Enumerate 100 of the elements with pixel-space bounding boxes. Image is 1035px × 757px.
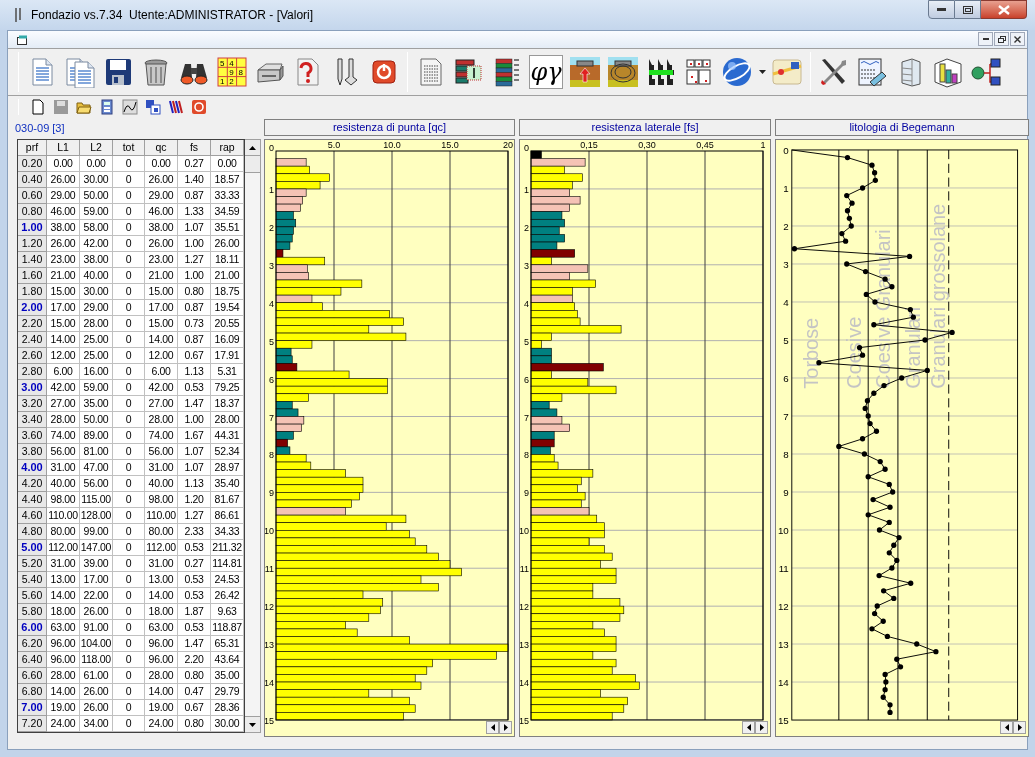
table-cell: 25.00 xyxy=(80,348,113,364)
axis-label: 1 xyxy=(269,184,274,195)
axis-label: 14 xyxy=(265,678,274,688)
table-cell: 38.00 xyxy=(145,220,178,236)
depth-cell: 3.20 xyxy=(18,396,47,412)
table-cell: 24.00 xyxy=(145,716,178,732)
table-cell: 96.00 xyxy=(47,652,80,668)
table-cell: 26.00 xyxy=(80,700,113,716)
table-cell: 0 xyxy=(113,524,145,540)
table-cell: 0 xyxy=(113,444,145,460)
table-cell: 0.00 xyxy=(211,156,244,172)
table-cell: 65.31 xyxy=(211,636,244,652)
depth-cell: 7.00 xyxy=(18,700,47,716)
axis-label: 3 xyxy=(783,258,789,270)
table-cell: 1.87 xyxy=(178,604,211,620)
table-cell: 0.53 xyxy=(178,540,211,556)
axis-label: 7 xyxy=(524,412,529,423)
table-cell: 63.00 xyxy=(145,620,178,636)
table-cell: 112.00 xyxy=(145,540,178,556)
table-cell: 28.00 xyxy=(47,412,80,428)
axis-label: 11 xyxy=(520,564,529,575)
table-cell: 1.47 xyxy=(178,636,211,652)
table-cell: 0 xyxy=(113,604,145,620)
depth-cell: 6.20 xyxy=(18,636,47,652)
symbol-button[interactable]: φγ xyxy=(529,55,563,89)
table-cell: 81.67 xyxy=(211,492,244,508)
column-header: qc xyxy=(145,140,178,156)
axis-label: 7 xyxy=(269,412,274,423)
table-cell: 2.20 xyxy=(178,652,211,668)
table-cell: 40.00 xyxy=(80,268,113,284)
depth-cell: 6.40 xyxy=(18,652,47,668)
depth-cell: 0.60 xyxy=(18,188,47,204)
table-cell: 59.00 xyxy=(80,380,113,396)
table-cell: 0.27 xyxy=(178,156,211,172)
axis-label: 12 xyxy=(777,600,789,612)
column-header: prf xyxy=(18,140,47,156)
table-cell: 14.00 xyxy=(47,588,80,604)
axis-label: 2 xyxy=(524,222,529,233)
zone-label: Torbose xyxy=(800,317,823,389)
table-cell: 0 xyxy=(113,316,145,332)
axis-label: 0,30 xyxy=(638,140,656,150)
table-cell: 98.00 xyxy=(145,492,178,508)
axis-label: 0,45 xyxy=(696,140,714,150)
table-cell: 0 xyxy=(113,700,145,716)
table-cell: 0.67 xyxy=(178,700,211,716)
table-cell: 96.00 xyxy=(145,636,178,652)
table-cell: 0.47 xyxy=(178,684,211,700)
table-cell: 0 xyxy=(113,284,145,300)
table-cell: 91.00 xyxy=(80,620,113,636)
axis-label: 5.0 xyxy=(327,140,341,150)
table-cell: 0 xyxy=(113,156,145,172)
table-cell: 35.00 xyxy=(211,668,244,684)
table-cell: 56.00 xyxy=(80,476,113,492)
axis-label: 4 xyxy=(524,298,529,309)
table-cell: 17.91 xyxy=(211,348,244,364)
table-cell: 0.53 xyxy=(178,572,211,588)
axis-label: 5 xyxy=(524,336,529,347)
table-cell: 118.87 xyxy=(211,620,244,636)
table-cell: 14.00 xyxy=(145,332,178,348)
table-cell: 1.40 xyxy=(178,172,211,188)
table-cell: 44.31 xyxy=(211,428,244,444)
table-cell: 9.63 xyxy=(211,604,244,620)
table-cell: 1.27 xyxy=(178,508,211,524)
axis-label: 13 xyxy=(777,638,789,650)
axis-label: 12 xyxy=(520,602,529,613)
column-header: rap xyxy=(211,140,244,156)
table-cell: 86.61 xyxy=(211,508,244,524)
depth-cell: 7.20 xyxy=(18,716,47,732)
table-cell: 17.00 xyxy=(80,572,113,588)
table-cell: 1.00 xyxy=(178,412,211,428)
table-cell: 13.00 xyxy=(145,572,178,588)
table-cell: 5.31 xyxy=(211,364,244,380)
table-cell: 1.67 xyxy=(178,428,211,444)
table-cell: 34.59 xyxy=(211,204,244,220)
column-header: L2 xyxy=(80,140,113,156)
depth-cell: 6.60 xyxy=(18,668,47,684)
table-cell: 96.00 xyxy=(145,652,178,668)
depth-cell: 3.60 xyxy=(18,428,47,444)
table-cell: 0 xyxy=(113,172,145,188)
table-cell: 15.00 xyxy=(145,284,178,300)
table-cell: 42.00 xyxy=(47,380,80,396)
table-cell: 31.00 xyxy=(47,460,80,476)
depth-cell: 5.60 xyxy=(18,588,47,604)
table-cell: 0 xyxy=(113,348,145,364)
table-cell: 28.00 xyxy=(80,316,113,332)
axis-label: 14 xyxy=(777,676,789,688)
chart-title: litologia di Begemann xyxy=(775,119,1029,136)
axis-label: 9 xyxy=(783,486,789,498)
axis-label: 10 xyxy=(520,526,529,537)
table-cell: 1.27 xyxy=(178,252,211,268)
table-cell: 18.37 xyxy=(211,396,244,412)
axis-label: 9 xyxy=(524,488,529,499)
table-cell: 0.80 xyxy=(178,716,211,732)
table-cell: 2.33 xyxy=(178,524,211,540)
table-cell: 29.00 xyxy=(80,300,113,316)
table-cell: 0 xyxy=(113,428,145,444)
table-cell: 118.00 xyxy=(80,652,113,668)
table-cell: 40.00 xyxy=(145,476,178,492)
table-cell: 74.00 xyxy=(145,428,178,444)
table-cell: 18.57 xyxy=(211,172,244,188)
